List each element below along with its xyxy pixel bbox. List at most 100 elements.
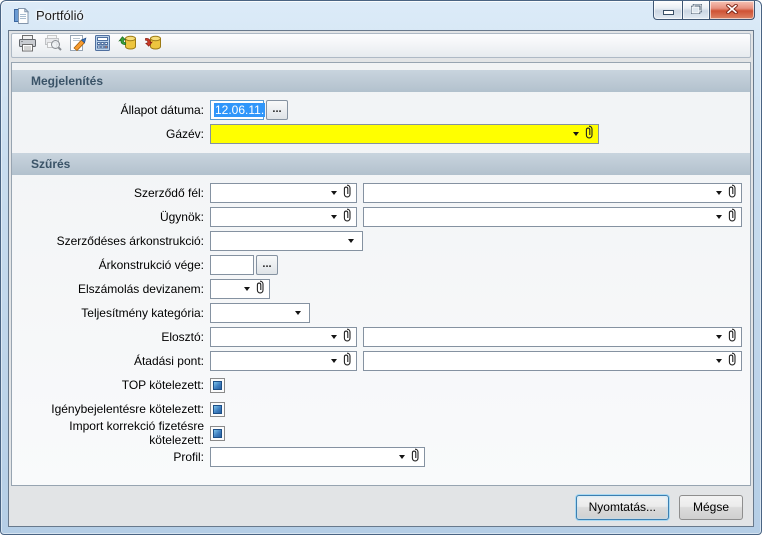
paperclip-icon xyxy=(727,352,737,371)
edit-icon xyxy=(69,35,87,56)
dropdown-arrow-icon xyxy=(399,455,405,459)
portfolio-dialog: Portfólió Megjelenítés Állapot dátuma: 1… xyxy=(0,0,762,535)
restore-button[interactable] xyxy=(682,1,710,20)
database-import-toolbar-button[interactable] xyxy=(115,35,140,57)
titlebar: Portfólió xyxy=(1,1,761,30)
distributor-combo[interactable] xyxy=(210,327,357,347)
checkbox-checked-icon xyxy=(213,428,222,438)
performance-category-label: Teljesítmény kategória: xyxy=(81,306,204,320)
profile-label: Profil: xyxy=(173,450,204,464)
performance-category-combo[interactable] xyxy=(210,303,310,323)
contract-price-construction-combo[interactable] xyxy=(210,231,363,251)
dropdown-arrow-icon xyxy=(348,239,354,243)
import-correction-obligated-checkbox[interactable] xyxy=(210,425,225,441)
paperclip-icon xyxy=(727,208,737,227)
dropdown-arrow-icon xyxy=(716,215,722,219)
demand-report-obligated-row: Igénybejelentésre kötelezett: xyxy=(12,399,750,419)
paperclip-icon xyxy=(584,125,594,144)
dialog-body: Megjelenítés Állapot dátuma: 12.06.11. .… xyxy=(8,30,754,527)
profile-row: Profil: xyxy=(12,447,750,467)
contract-price-construction-row: Szerződéses árkonstrukció: xyxy=(12,231,750,251)
toolbar xyxy=(11,33,751,58)
price-construction-end-picker-button[interactable]: ... xyxy=(256,255,278,275)
cancel-button[interactable]: Mégse xyxy=(679,494,743,520)
table-calculator-toolbar-button[interactable] xyxy=(90,35,115,57)
top-obligated-row: TOP kötelezett: xyxy=(12,375,750,395)
form-panel: Megjelenítés Állapot dátuma: 12.06.11. .… xyxy=(11,62,751,486)
distributor-label: Elosztó: xyxy=(161,330,204,344)
window-title: Portfólió xyxy=(36,8,84,23)
settlement-currency-row: Elszámolás devizanem: xyxy=(12,279,750,299)
contracting-party-row: Szerződő fél: xyxy=(12,183,750,203)
contract-price-construction-label: Szerződéses árkonstrukció: xyxy=(56,234,204,248)
import-correction-obligated-label: Import korrekció fizetésre kötelezett: xyxy=(69,419,204,447)
dropdown-arrow-icon xyxy=(716,359,722,363)
dropdown-arrow-icon xyxy=(331,191,337,195)
dropdown-arrow-icon xyxy=(573,132,579,136)
footer-bar: Nyomtatás... Mégse xyxy=(11,488,751,526)
status-date-label: Állapot dátuma: xyxy=(120,103,204,117)
demand-report-obligated-label: Igénybejelentésre kötelezett: xyxy=(51,402,204,416)
delivery-point-label: Átadási pont: xyxy=(133,354,204,368)
top-obligated-label: TOP kötelezett: xyxy=(121,378,204,392)
print-icon xyxy=(18,34,37,57)
dropdown-arrow-icon xyxy=(331,215,337,219)
table-calculator-icon xyxy=(94,35,111,56)
paperclip-icon xyxy=(727,328,737,347)
agent-secondary-combo[interactable] xyxy=(363,207,742,227)
print-preview-icon xyxy=(44,35,62,56)
paperclip-icon xyxy=(342,328,352,347)
dropdown-arrow-icon xyxy=(716,335,722,339)
restore-icon xyxy=(690,1,702,19)
delivery-point-combo[interactable] xyxy=(210,351,357,371)
demand-report-obligated-checkbox[interactable] xyxy=(210,401,225,417)
gas-year-label: Gázév: xyxy=(165,127,204,141)
profile-combo[interactable] xyxy=(210,447,425,467)
gas-year-row: Gázév: xyxy=(12,124,750,144)
dropdown-arrow-icon xyxy=(716,191,722,195)
top-obligated-checkbox[interactable] xyxy=(210,377,225,393)
print-preview-toolbar-button xyxy=(40,35,65,57)
close-icon xyxy=(726,1,738,19)
agent-row: Ügynök: xyxy=(12,207,750,227)
window-controls xyxy=(653,1,755,20)
minimize-button[interactable] xyxy=(653,1,683,20)
price-construction-end-input[interactable] xyxy=(210,255,254,275)
agent-label: Ügynök: xyxy=(159,210,204,224)
import-correction-obligated-row: Import korrekció fizetésre kötelezett: xyxy=(12,419,750,447)
price-construction-end-label: Árkonstrukció vége: xyxy=(98,258,204,272)
paperclip-icon xyxy=(727,184,737,203)
paperclip-icon xyxy=(342,352,352,371)
status-date-row: Állapot dátuma: 12.06.11. ... xyxy=(12,100,750,120)
print-button[interactable]: Nyomtatás... xyxy=(575,494,669,520)
dropdown-arrow-icon xyxy=(295,311,301,315)
checkbox-checked-icon xyxy=(213,404,222,414)
performance-category-row: Teljesítmény kategória: xyxy=(12,303,750,323)
contracting-party-label: Szerződő fél: xyxy=(133,186,204,200)
distributor-secondary-combo[interactable] xyxy=(363,327,742,347)
section-header-filter: Szűrés xyxy=(12,153,750,175)
database-import-icon xyxy=(118,35,137,56)
paperclip-icon xyxy=(255,280,265,299)
settlement-currency-label: Elszámolás devizanem: xyxy=(77,282,204,296)
database-export-toolbar-button[interactable] xyxy=(140,35,165,57)
edit-toolbar-button[interactable] xyxy=(65,35,90,57)
database-export-icon xyxy=(143,35,162,56)
dropdown-arrow-icon xyxy=(331,335,337,339)
dropdown-arrow-icon xyxy=(244,287,250,291)
status-date-value: 12.06.11. xyxy=(214,103,266,117)
settlement-currency-combo[interactable] xyxy=(210,279,270,299)
agent-combo[interactable] xyxy=(210,207,357,227)
paperclip-icon xyxy=(342,184,352,203)
status-date-picker-button[interactable]: ... xyxy=(266,100,288,120)
distributor-row: Elosztó: xyxy=(12,327,750,347)
contracting-party-secondary-combo[interactable] xyxy=(363,183,742,203)
print-toolbar-button[interactable] xyxy=(15,34,40,57)
gas-year-combo[interactable] xyxy=(210,124,599,144)
close-button[interactable] xyxy=(709,1,755,20)
contracting-party-combo[interactable] xyxy=(210,183,357,203)
document-icon xyxy=(13,6,30,24)
status-date-input[interactable]: 12.06.11. xyxy=(210,100,266,120)
delivery-point-secondary-combo[interactable] xyxy=(363,351,742,371)
paperclip-icon xyxy=(342,208,352,227)
